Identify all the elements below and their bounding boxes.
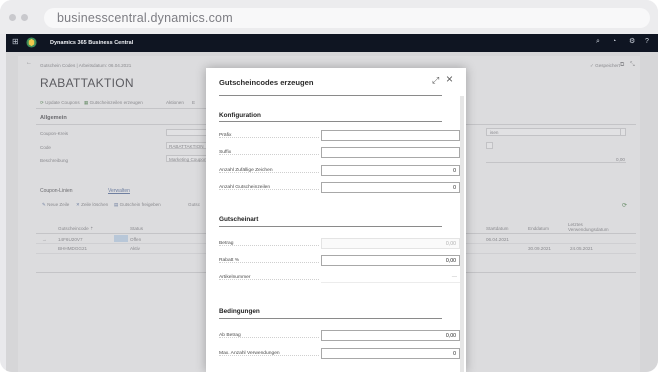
dotted-leader (219, 355, 319, 356)
field-label: Coupon-Kreis (40, 131, 69, 136)
min-amount-input[interactable] (321, 330, 460, 341)
column-header-last-used[interactable]: Letztes Verwendungsdatum (568, 222, 610, 232)
browser-window: businesscentral.dynamics.com ⊞ Dynamics … (0, 0, 658, 372)
field-input[interactable]: RABATTAKTION (166, 142, 208, 149)
section-title-config: Konfiguration (219, 112, 261, 119)
action-more-lines[interactable]: Gutsc (188, 202, 200, 207)
field-input[interactable]: Marketing Coupon (166, 155, 208, 162)
action-new-line[interactable]: ✎ Neue Zeile (42, 202, 69, 208)
field-input[interactable] (166, 129, 208, 136)
action-actions-menu[interactable]: Aktionen (166, 100, 184, 105)
dotted-leader (219, 172, 319, 173)
table-cell[interactable]: 06.04.2021 (486, 237, 509, 242)
checkbox[interactable] (486, 142, 493, 149)
window-dot-icon[interactable] (9, 14, 16, 21)
address-bar[interactable]: businesscentral.dynamics.com (44, 8, 650, 28)
dotted-leader (219, 245, 319, 246)
app-launcher-icon[interactable]: ⊞ (12, 38, 19, 46)
bell-icon[interactable]: ◔ (612, 38, 616, 46)
action-update-coupons[interactable]: ⟳ Update Coupons (40, 100, 80, 106)
action-delete-line[interactable]: ✕ Zeile löschen (76, 202, 108, 208)
column-header-end[interactable]: Enddatum (528, 226, 549, 231)
dotted-leader (219, 279, 319, 280)
breadcrumb: Gutschein Codes | Arbeitsdatum: 06.04.20… (40, 63, 132, 68)
close-icon[interactable]: × (446, 73, 453, 85)
back-arrow-icon[interactable]: ← (26, 60, 32, 66)
section-title-type: Gutscheinart (219, 216, 259, 223)
random-chars-input[interactable] (321, 165, 460, 176)
column-header-status[interactable]: Status (130, 226, 143, 231)
action-generate-lines[interactable]: ▦ Gutscheinzeilen erzeugen (84, 100, 143, 106)
dotted-leader (219, 189, 319, 190)
dotted-leader (219, 137, 319, 138)
divider (219, 318, 442, 319)
column-header-start[interactable]: Startdatum (486, 226, 508, 231)
max-uses-input[interactable] (321, 348, 460, 359)
field-value: 0,00 (616, 157, 625, 162)
app-top-bar: ⊞ Dynamics 365 Business Central ⌕ ◔ ⚙ ? (6, 34, 658, 52)
scrollbar[interactable] (460, 96, 464, 372)
table-cell[interactable]: Aktiv (130, 246, 140, 251)
tab-coupon-lines[interactable]: Coupon-Linien (40, 188, 73, 194)
field-select[interactable]: isen (486, 128, 626, 136)
table-cell[interactable]: 14F6U20V7 (58, 237, 83, 242)
dotted-leader (219, 337, 319, 338)
window-dot-icon[interactable] (21, 14, 28, 21)
table-cell[interactable]: Offen (130, 237, 141, 242)
divider (36, 108, 226, 109)
field-label: Beschreibung (40, 158, 69, 163)
prefix-input[interactable] (321, 130, 460, 141)
section-title-conditions: Bedingungen (219, 308, 260, 315)
search-icon[interactable]: ⌕ (596, 38, 600, 46)
divider (219, 226, 442, 227)
action-more[interactable]: E (192, 100, 195, 105)
business-central-logo-icon (26, 37, 37, 48)
dialog-title: Gutscheincodes erzeugen (219, 78, 314, 87)
dotted-leader (219, 262, 319, 263)
divider (486, 162, 626, 163)
page-title: RABATTAKTION (40, 76, 134, 90)
field-label: Code (40, 145, 51, 150)
discount-percent-input[interactable] (321, 255, 460, 266)
divider (219, 121, 442, 122)
table-cell[interactable]: 30.09.2021 (528, 246, 551, 251)
chevron-down-icon[interactable] (620, 128, 626, 136)
amount-input (321, 238, 460, 249)
generate-vouchers-dialog: Gutscheincodes erzeugen ⤢ × Konfiguratio… (206, 68, 466, 372)
gear-icon[interactable]: ⚙ (629, 38, 635, 46)
app-name: Dynamics 365 Business Central (50, 40, 134, 46)
refresh-icon[interactable]: ⟳ (622, 202, 627, 209)
row-arrow-icon: → (42, 237, 47, 242)
saved-status: ✓ Gespeichert (590, 63, 620, 68)
expand-icon[interactable]: ⤢ (432, 75, 439, 85)
tab-manage[interactable]: Verwalten (108, 188, 130, 194)
browser-toolbar: businesscentral.dynamics.com (0, 0, 658, 34)
collapse-icon[interactable]: ⤡ (630, 62, 635, 69)
table-cell[interactable]: BHHMDGG21 (58, 246, 87, 251)
action-release-voucher[interactable]: ▤ Gutschein freigeben (114, 202, 161, 208)
help-icon[interactable]: ? (645, 38, 649, 46)
suffix-input[interactable] (321, 147, 460, 158)
voucher-lines-count-input[interactable] (321, 182, 460, 193)
dotted-leader (219, 154, 319, 155)
table-cell[interactable]: 24.05.2021 (570, 246, 593, 251)
row-selector[interactable] (114, 235, 128, 242)
general-section-title: Allgemein (40, 115, 67, 121)
column-header-code[interactable]: Gutscheincode ⇡ (58, 226, 94, 232)
divider (219, 95, 442, 96)
item-number-field (321, 272, 460, 283)
open-new-window-icon[interactable]: ⧉ (620, 62, 624, 69)
